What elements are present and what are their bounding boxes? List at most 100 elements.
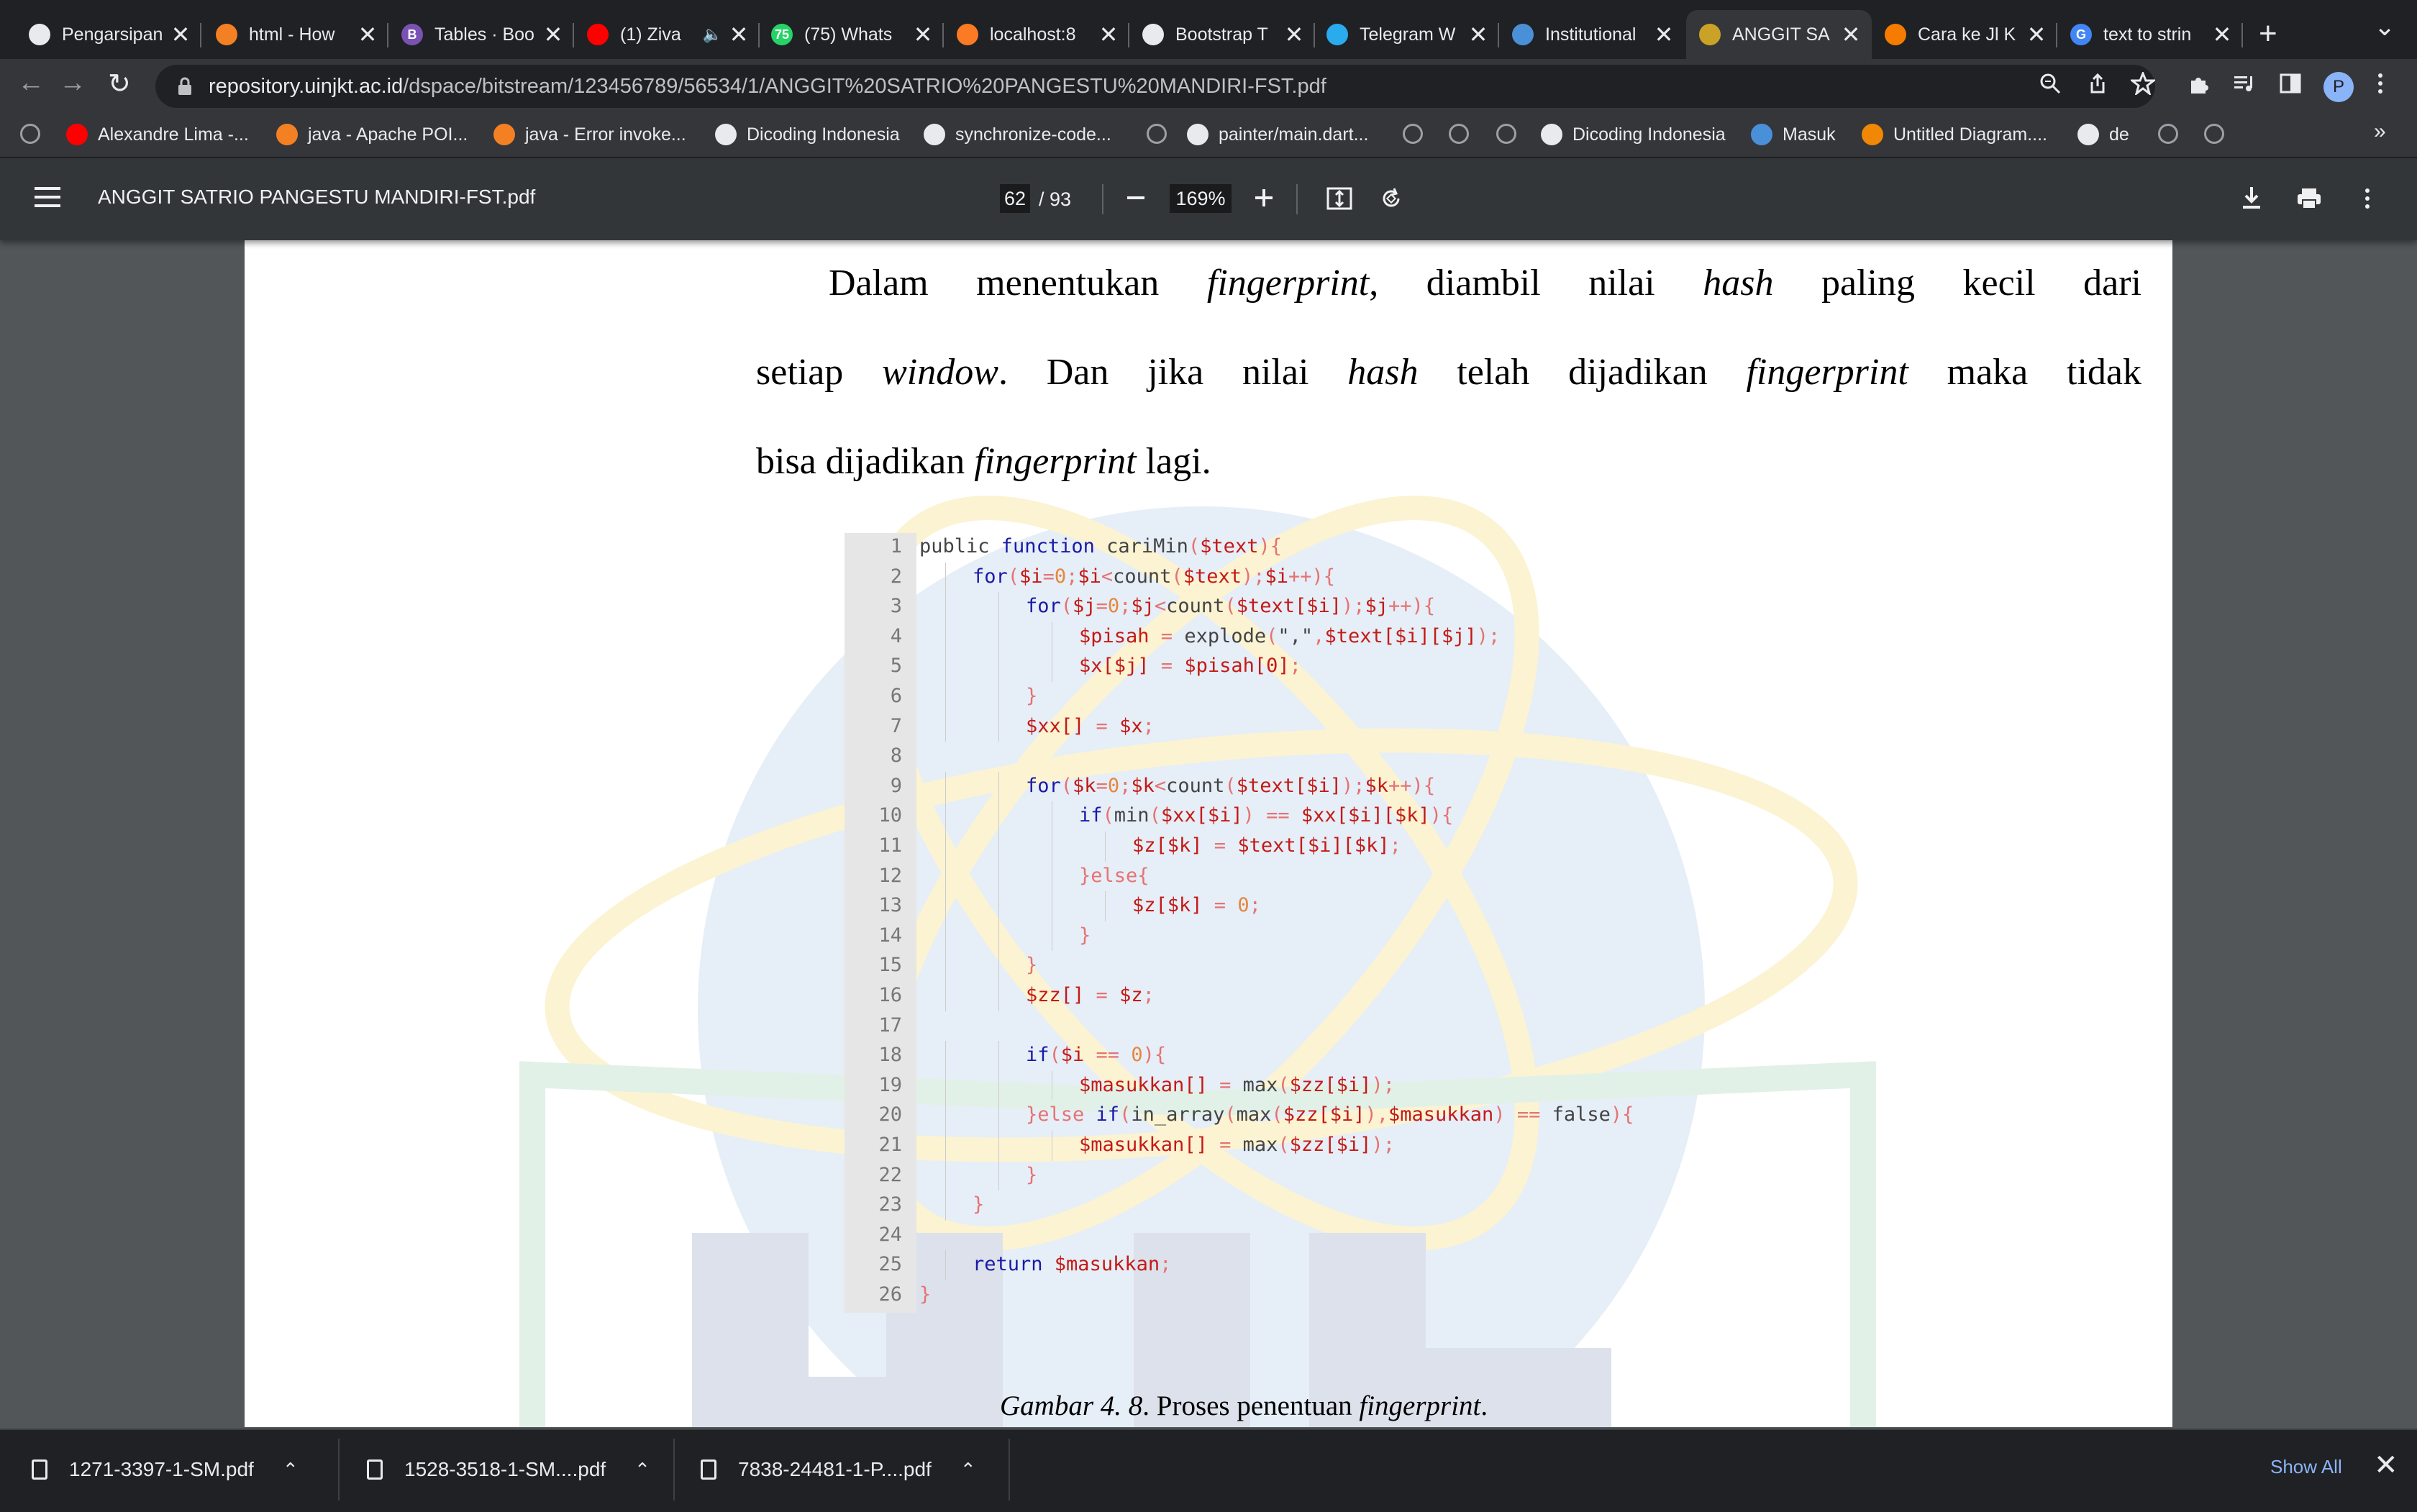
tab-pdf[interactable]: ANGGIT SA ✕ [1686, 10, 1872, 59]
download-item[interactable]: 1271-3397-1-SM.pdf ⌃ [32, 1429, 299, 1511]
download-icon[interactable] [2240, 186, 2263, 214]
reload-button[interactable]: ↻ [108, 68, 131, 100]
tab-repository[interactable]: Institutional ✕ [1499, 10, 1685, 59]
code-token: = [1096, 774, 1108, 797]
tab-youtube[interactable]: (1) Ziva 🔈 ✕ [574, 10, 760, 59]
side-panel-icon[interactable] [2279, 72, 2302, 101]
tab-xampp[interactable]: localhost:8 ✕ [944, 10, 1129, 59]
tab-telegram[interactable]: Telegram W ✕ [1314, 10, 1499, 59]
chevron-up-icon[interactable]: ⌃ [960, 1459, 976, 1481]
divider [338, 1439, 340, 1500]
indent-guide [998, 1041, 999, 1071]
close-tab-button[interactable]: ✕ [1653, 21, 1675, 48]
download-item[interactable]: 1528-3518-1-SM....pdf ⌃ [367, 1429, 650, 1511]
bookmarks-overflow-button[interactable]: » [2374, 119, 2386, 144]
tab-title: Institutional [1545, 24, 1637, 45]
code-token: ++){ [1388, 595, 1436, 618]
globe-bookmark-icon[interactable] [1496, 124, 1516, 144]
back-button[interactable]: ← [17, 68, 45, 99]
globe-bookmark-icon[interactable] [20, 124, 40, 144]
audio-playing-icon[interactable]: 🔈 [703, 25, 722, 44]
text-run: bisa dijadikan [756, 441, 975, 482]
print-icon[interactable] [2296, 187, 2322, 214]
close-downloads-bar-button[interactable]: ✕ [2374, 1449, 2398, 1482]
close-tab-button[interactable]: ✕ [1467, 21, 1489, 48]
close-tab-button[interactable]: ✕ [728, 21, 750, 48]
bookmark-item[interactable]: painter/main.dart... [1187, 124, 1368, 145]
zoom-in-icon[interactable] [1253, 187, 1275, 212]
profile-avatar[interactable]: P [2323, 72, 2354, 102]
forward-button[interactable]: → [59, 68, 86, 99]
tab-google[interactable]: Gtext to strin ✕ [2057, 10, 2243, 59]
tab-whatsapp[interactable]: 75 (75) Whats ✕ [758, 10, 944, 59]
chevron-up-icon[interactable]: ⌃ [634, 1459, 650, 1481]
code-token: $z [1119, 984, 1143, 1006]
indent-guide [945, 771, 946, 802]
close-tab-button[interactable]: ✕ [1840, 21, 1862, 48]
close-tab-button[interactable]: ✕ [1283, 21, 1305, 48]
chevron-up-icon[interactable]: ⌃ [283, 1459, 299, 1481]
tab-codesandbox[interactable]: Bootstrap T ✕ [1129, 10, 1315, 59]
close-tab-button[interactable]: ✕ [2211, 21, 2233, 48]
bookmark-star-icon[interactable] [2129, 70, 2157, 101]
address-bar[interactable]: repository.uinjkt.ac.id/dspace/bitstream… [155, 65, 2155, 108]
pdf-more-options-icon[interactable] [2364, 187, 2371, 214]
zoom-out-icon[interactable] [1125, 187, 1147, 212]
code-line-number: 7 [890, 714, 902, 737]
close-tab-button[interactable]: ✕ [170, 21, 191, 48]
globe-bookmark-icon[interactable] [2158, 124, 2178, 144]
menu-icon[interactable] [35, 187, 60, 213]
tab-bootstrap[interactable]: B Tables · Boo ✕ [388, 10, 574, 59]
tab-search-chevron-icon[interactable]: ⌄ [2374, 12, 2395, 42]
close-tab-button[interactable]: ✕ [1098, 21, 1119, 48]
code-token: for [973, 565, 1008, 588]
indent-guide [998, 592, 999, 622]
file-icon [701, 1459, 716, 1480]
download-item[interactable]: 7838-24481-1-P....pdf ⌃ [701, 1429, 976, 1511]
globe-bookmark-icon[interactable] [2204, 124, 2224, 144]
indent-guide [998, 1131, 999, 1161]
code-token: = [1207, 1134, 1243, 1156]
indent-guide [998, 832, 999, 862]
bookmark-item[interactable]: Alexandre Lima -... [66, 124, 249, 145]
show-all-downloads-button[interactable]: Show All [2270, 1456, 2342, 1478]
page-number-input[interactable]: 62 [1000, 184, 1030, 213]
close-tab-button[interactable]: ✕ [912, 21, 934, 48]
bookmark-item[interactable]: Masuk [1751, 124, 1836, 145]
bookmark-item[interactable]: java - Error invoke... [493, 124, 686, 145]
tab-maps-pin[interactable]: Cara ke Jl K ✕ [1872, 10, 2057, 59]
bookmark-item[interactable]: Dicoding Indonesia [1541, 124, 1726, 145]
extensions-icon[interactable] [2188, 72, 2211, 101]
close-tab-button[interactable]: ✕ [357, 21, 378, 48]
new-tab-button[interactable]: + [2259, 16, 2277, 52]
share-icon[interactable] [2086, 72, 2109, 101]
divider [1102, 184, 1103, 214]
browser-menu-icon[interactable] [2377, 72, 2384, 101]
fit-page-icon[interactable] [1326, 186, 1352, 215]
zoom-icon[interactable] [2039, 72, 2062, 101]
bookmark-item[interactable]: synchronize-code... [924, 124, 1111, 145]
close-tab-button[interactable]: ✕ [2026, 21, 2047, 48]
code-token: ) [1258, 535, 1270, 557]
bookmark-item[interactable]: java - Apache POI... [276, 124, 468, 145]
code-line-number: 24 [878, 1223, 902, 1246]
zoom-level-input[interactable]: 169% [1170, 184, 1232, 213]
globe-bookmark-icon[interactable] [1147, 124, 1167, 144]
code-token: min [1114, 804, 1150, 827]
media-control-icon[interactable] [2233, 72, 2256, 101]
text-run: , diambil nilai [1369, 263, 1703, 304]
bookmark-item[interactable]: Dicoding Indonesia [715, 124, 900, 145]
code-token: count [1113, 565, 1172, 588]
code-token: ; [1119, 595, 1132, 618]
bookmark-item[interactable]: Untitled Diagram.... [1862, 124, 2047, 145]
rotate-icon[interactable] [1378, 186, 1404, 215]
indent-guide [998, 711, 999, 742]
close-tab-button[interactable]: ✕ [542, 21, 564, 48]
tab-stackoverflow[interactable]: html - How ✕ [203, 10, 388, 59]
code-token: $pisah [1079, 624, 1150, 647]
tab-github[interactable]: Pengarsipan ✕ [16, 10, 201, 59]
indent-guide [945, 861, 946, 892]
globe-bookmark-icon[interactable] [1403, 124, 1423, 144]
globe-bookmark-icon[interactable] [1449, 124, 1469, 144]
bookmark-item[interactable]: de [2077, 124, 2129, 145]
